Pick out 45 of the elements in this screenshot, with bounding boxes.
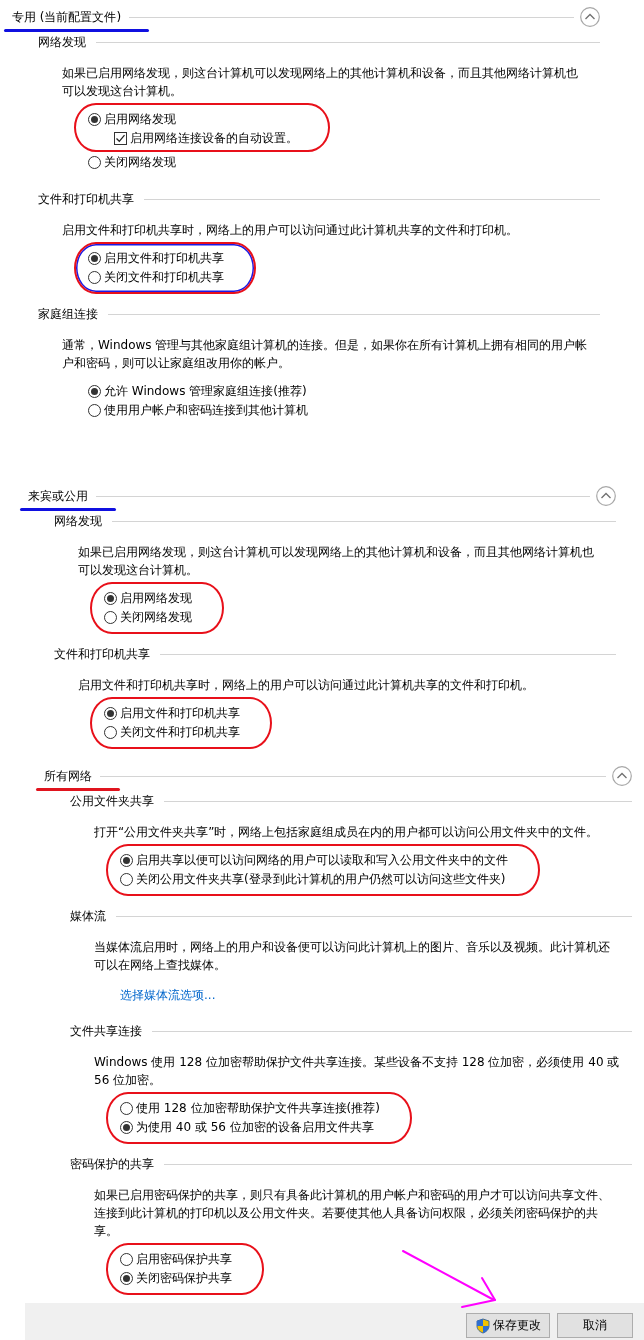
radio-option[interactable]: 启用网络发现	[88, 110, 298, 129]
radio-option[interactable]: 关闭公用文件夹共享(登录到此计算机的用户仍然可以访问这些文件夹)	[120, 870, 506, 889]
radio-option[interactable]: 关闭密码保护共享	[120, 1269, 232, 1288]
description-text: 当媒体流启用时，网络上的用户和设备便可以访问此计算机上的图片、音乐以及视频。此计算机还可以在网络上查找媒体。	[94, 939, 611, 974]
shield-icon	[475, 1317, 491, 1334]
radio-option[interactable]: 启用文件和打印机共享	[88, 249, 224, 268]
description-text: 启用文件和打印机共享时，网络上的用户可以访问通过此计算机共享的文件和打印机。	[78, 677, 535, 694]
chevron-up-icon[interactable]	[596, 486, 616, 506]
radio-option[interactable]: 启用文件和打印机共享	[104, 704, 240, 723]
section-title: 专用 (当前配置文件)	[12, 10, 122, 24]
radio-option[interactable]: 关闭文件和打印机共享	[88, 268, 224, 287]
radio-option[interactable]: 允许 Windows 管理家庭组连接(推荐)	[88, 382, 307, 401]
radio-option[interactable]: 关闭网络发现	[88, 153, 176, 172]
radio-option[interactable]: 使用用户帐户和密码连接到其他计算机	[88, 401, 308, 420]
save-button[interactable]: 保存更改	[466, 1313, 550, 1338]
radio-option[interactable]: 关闭网络发现	[104, 608, 192, 627]
group-heading: 公用文件夹共享	[70, 793, 154, 810]
chevron-up-icon[interactable]	[612, 766, 632, 786]
description-text: 如果已启用网络发现，则这台计算机可以发现网络上的其他计算机和设备，而且其他网络计算机也可以发现这台计算机。	[62, 65, 579, 100]
radio-option[interactable]: 启用密码保护共享	[120, 1250, 232, 1269]
group-heading: 媒体流	[70, 908, 106, 925]
group-heading: 文件和打印机共享	[38, 191, 134, 208]
section-title: 所有网络	[44, 769, 92, 783]
group-heading: 家庭组连接	[38, 306, 98, 323]
description-text: 如果已启用密码保护的共享，则只有具备此计算机的用户帐户和密码的用户才可以访问共享文件、连接到此计算机的打印机以及公用文件夹。若要使其他人具备访问权限，必须关闭密码保护的共享。	[94, 1187, 611, 1240]
group-heading: 网络发现	[38, 34, 86, 51]
group-heading: 文件共享连接	[70, 1023, 142, 1040]
description-text: 通常，Windows 管理与其他家庭组计算机的连接。但是，如果你在所有计算机上拥有相同的用户帐户和密码，则可以让家庭组改用你的帐户。	[62, 337, 589, 372]
section-title: 来宾或公用	[28, 489, 88, 503]
radio-option[interactable]: 启用共享以便可以访问网络的用户可以读取和写入公用文件夹中的文件	[120, 851, 508, 870]
radio-option[interactable]: 使用 128 位加密帮助保护文件共享连接(推荐)	[120, 1099, 380, 1118]
group-heading: 文件和打印机共享	[54, 646, 150, 663]
radio-option[interactable]: 为使用 40 或 56 位加密的设备启用文件共享	[120, 1118, 374, 1137]
options-link[interactable]: 选择媒体流选项...	[120, 986, 216, 1004]
description-text: 启用文件和打印机共享时，网络上的用户可以访问通过此计算机共享的文件和打印机。	[62, 222, 519, 239]
checkbox-option[interactable]: 启用网络连接设备的自动设置。	[114, 129, 298, 148]
radio-option[interactable]: 启用网络发现	[104, 589, 192, 608]
group-heading: 密码保护的共享	[70, 1156, 154, 1173]
group-heading: 网络发现	[54, 513, 102, 530]
description-text: Windows 使用 128 位加密帮助保护文件共享连接。某些设备不支持 128 位加密，必须使用 40 或 56 位加密。	[94, 1054, 621, 1089]
cancel-button[interactable]: 取消	[557, 1313, 633, 1338]
chevron-up-icon[interactable]	[580, 7, 600, 27]
description-text: 打开“公用文件夹共享”时，网络上包括家庭组成员在内的用户都可以访问公用文件夹中的文件。	[94, 824, 600, 841]
radio-option[interactable]: 关闭文件和打印机共享	[104, 723, 240, 742]
description-text: 如果已启用网络发现，则这台计算机可以发现网络上的其他计算机和设备，而且其他网络计算机也可以发现这台计算机。	[78, 544, 595, 579]
